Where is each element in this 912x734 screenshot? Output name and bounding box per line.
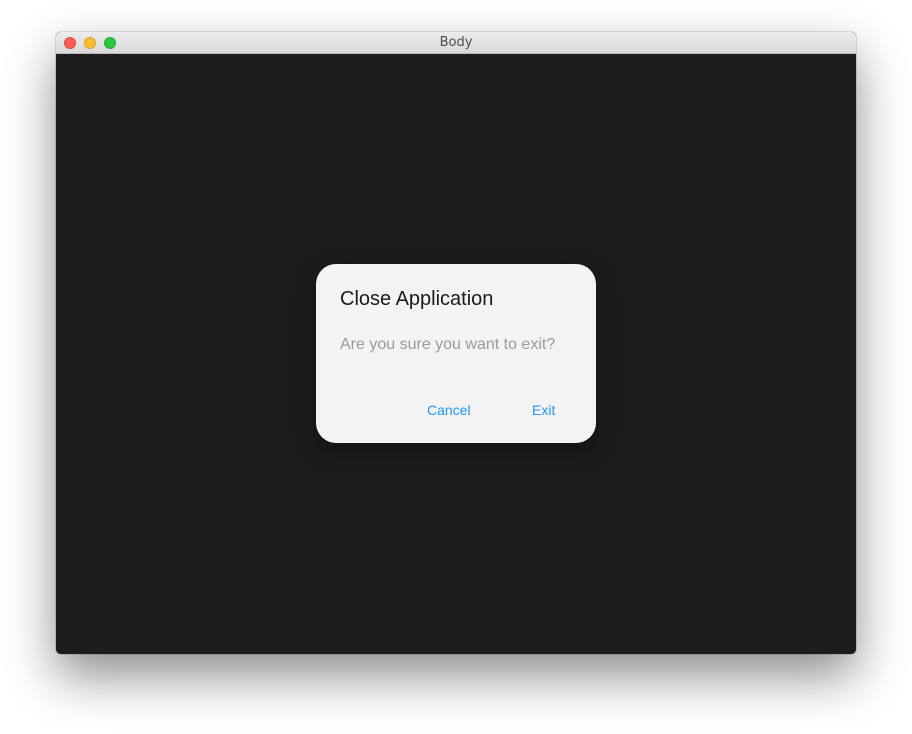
dialog-message: Are you sure you want to exit? <box>340 336 556 353</box>
close-application-dialog: Close Application Are you sure you want … <box>316 264 596 443</box>
app-body: Close Application Are you sure you want … <box>56 54 856 654</box>
title-bar[interactable]: Body <box>56 32 856 54</box>
window-title: Body <box>439 35 473 50</box>
cancel-button[interactable]: Cancel <box>419 392 479 428</box>
dialog-title: Close Application <box>340 288 494 310</box>
exit-button[interactable]: Exit <box>524 392 563 428</box>
app-window: Body Close Application Are you sure you … <box>56 32 856 654</box>
